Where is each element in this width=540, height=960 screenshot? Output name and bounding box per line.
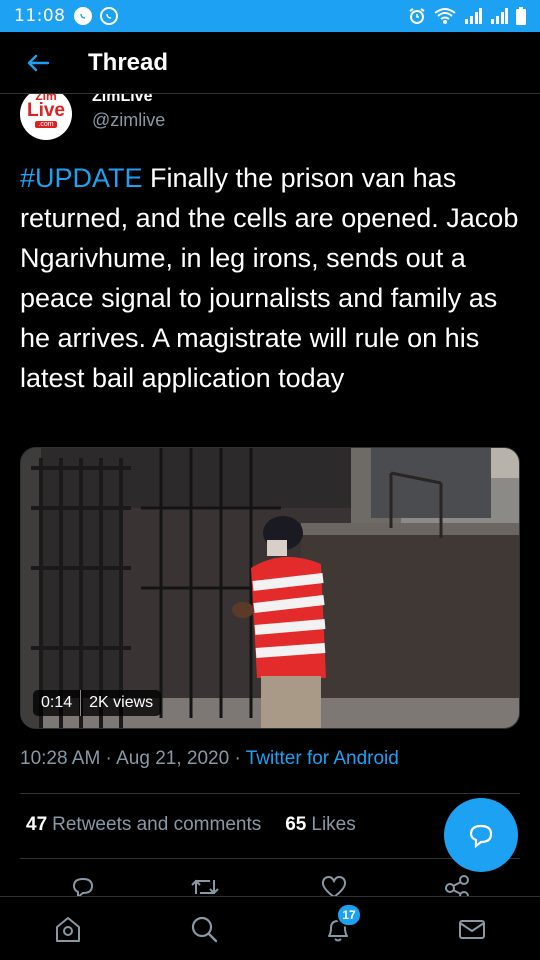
video-views: 2K views [80,690,161,716]
share-icon[interactable] [444,874,470,896]
tweet-date: Aug 21, 2020 [116,748,230,769]
status-icons [408,7,526,28]
divider [20,858,520,859]
tweet-video[interactable]: 0:14 2K views [20,447,520,729]
retweets-count: 47 [26,814,48,835]
tweet-source-link[interactable]: Twitter for Android [246,748,399,769]
search-icon[interactable] [188,913,220,945]
like-icon[interactable] [320,874,348,896]
meta-separator: · [229,748,246,769]
video-badges: 0:14 2K views [33,690,162,716]
battery-icon [516,7,526,28]
author-handle[interactable]: @zimlive [92,110,165,131]
home-icon[interactable] [52,913,84,945]
avatar-logo-sub: .com [35,121,57,128]
hashtag-link[interactable]: #UPDATE [20,163,143,193]
meta-separator: · [100,748,117,769]
tweet-text: #UPDATE Finally the prison van has retur… [20,158,520,398]
video-thumbnail [21,448,519,728]
video-duration: 0:14 [41,694,73,711]
likes-stat[interactable]: 65 Likes [285,814,356,836]
alarm-icon [408,7,426,28]
status-bar: 11:08 [0,0,540,32]
author-name[interactable]: ZimLive [92,94,152,106]
tweet-stats: 47 Retweets and comments 65 Likes [26,814,356,836]
bottom-nav: 17 [0,896,540,960]
likes-label: Likes [311,814,356,835]
signal-icon [464,8,482,27]
back-button[interactable] [16,41,60,85]
whatsapp-icon [73,7,92,25]
retweets-label: Retweets and comments [52,814,262,835]
likes-count: 65 [285,814,307,835]
page-title: Thread [88,48,169,76]
notification-badge: 17 [336,903,362,927]
signal-icon [490,8,508,27]
arrow-left-icon [27,54,50,71]
tweet-actions [0,870,540,896]
avatar-logo-main: Live [26,100,66,121]
reply-fab[interactable] [444,798,518,872]
tweet-body: Finally the prison van has returned, and… [20,163,519,393]
tweet-author[interactable]: Zim Live .com ZimLive @zimlive [20,94,520,144]
wifi-icon [434,7,456,28]
reply-icon[interactable] [70,874,96,896]
tweet-meta: 10:28 AM · Aug 21, 2020 · Twitter for An… [20,748,399,770]
divider [20,793,520,794]
retweet-icon[interactable] [190,874,220,896]
retweets-stat[interactable]: 47 Retweets and comments [26,814,261,836]
thread-header: Thread [0,32,540,94]
notifications-icon[interactable]: 17 [322,903,362,945]
status-time: 11:08 [14,6,66,26]
whatsapp-outline-icon [99,7,118,25]
tweet-time: 10:28 AM [20,748,101,769]
avatar[interactable]: Zim Live .com [20,94,72,140]
compose-reply-icon [469,824,493,849]
messages-icon[interactable] [456,913,488,945]
